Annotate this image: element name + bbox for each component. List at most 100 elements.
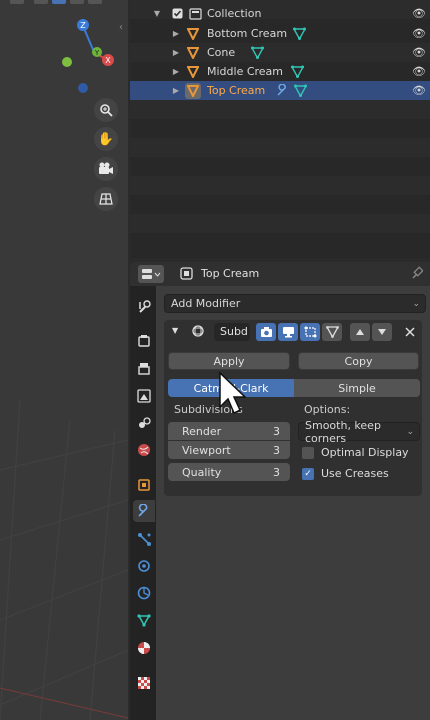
3d-viewport[interactable]: Z X Y ✋ ‹ bbox=[0, 0, 128, 720]
viewport-header-button[interactable] bbox=[10, 0, 24, 4]
field-value: 3 bbox=[273, 465, 280, 479]
material-properties-icon[interactable] bbox=[133, 637, 155, 659]
mesh-object-icon bbox=[186, 65, 200, 79]
texture-properties-icon[interactable] bbox=[133, 672, 155, 694]
pan-hand-icon[interactable]: ✋ bbox=[94, 127, 118, 151]
render-levels-field[interactable]: Render 3 bbox=[168, 422, 290, 440]
field-label: Render bbox=[182, 424, 222, 438]
outliner-row-top-cream[interactable]: ▶ Top Cream 👁 bbox=[130, 81, 430, 100]
svg-text:Z: Z bbox=[80, 21, 86, 30]
outliner-item-label: Top Cream bbox=[207, 84, 266, 97]
optimal-display-checkbox[interactable] bbox=[302, 447, 314, 459]
viewport-header-button[interactable] bbox=[88, 0, 102, 4]
move-up-icon[interactable] bbox=[350, 323, 370, 341]
expand-arrow-icon[interactable]: ▶ bbox=[171, 29, 181, 38]
object-properties-icon[interactable] bbox=[133, 474, 155, 496]
eye-icon[interactable]: 👁 bbox=[412, 7, 426, 20]
particles-properties-icon[interactable] bbox=[133, 528, 155, 550]
zoom-icon[interactable] bbox=[94, 98, 118, 122]
render-properties-icon[interactable] bbox=[133, 330, 155, 352]
modifier-properties-panel: Add Modifier ⌄ ▼ Subd Apply Copy Simple … bbox=[156, 286, 430, 720]
copy-button[interactable]: Copy bbox=[298, 352, 419, 370]
add-modifier-dropdown[interactable]: Add Modifier ⌄ bbox=[164, 294, 426, 313]
mesh-data-icon[interactable] bbox=[293, 84, 307, 98]
chevron-down-icon: ⌄ bbox=[412, 298, 420, 309]
wrench-icon[interactable] bbox=[275, 84, 289, 98]
expand-arrow-icon[interactable]: ▶ bbox=[171, 86, 181, 95]
object-data-properties-icon[interactable] bbox=[133, 609, 155, 631]
optimal-display-label: Optimal Display bbox=[321, 446, 409, 459]
eye-icon[interactable]: 👁 bbox=[412, 46, 426, 59]
editor-type-button[interactable] bbox=[138, 265, 164, 283]
subdivision-modifier-panel: ▼ Subd Apply Copy Catmull-Clark bbox=[164, 320, 422, 496]
viewport-levels-field[interactable]: Viewport 3 bbox=[168, 441, 290, 459]
mouse-cursor-icon bbox=[219, 371, 246, 415]
outliner-stripe bbox=[130, 176, 430, 195]
expand-arrow-icon[interactable]: ▼ bbox=[152, 9, 162, 18]
use-creases-checkbox[interactable]: ✓ bbox=[302, 468, 314, 480]
physics-properties-icon[interactable] bbox=[133, 555, 155, 577]
outliner-row-middle-cream[interactable]: ▶ Middle Cream 👁 bbox=[130, 62, 430, 81]
mesh-data-icon[interactable] bbox=[250, 46, 264, 60]
output-properties-icon[interactable] bbox=[133, 358, 155, 380]
uv-smooth-dropdown[interactable]: Smooth, keep corners ⌄ bbox=[298, 419, 420, 445]
collapse-arrow-icon[interactable]: ▼ bbox=[172, 326, 178, 335]
perspective-grid-icon[interactable] bbox=[94, 187, 118, 211]
uv-smooth-value: Smooth, keep corners bbox=[305, 418, 381, 445]
expand-arrow-icon[interactable]: ▶ bbox=[171, 48, 181, 57]
field-label: Quality bbox=[182, 465, 222, 479]
display-viewport-toggle-icon[interactable] bbox=[278, 323, 298, 341]
mesh-object-icon bbox=[186, 27, 200, 41]
properties-header: Top Cream bbox=[130, 262, 430, 286]
mesh-data-icon[interactable] bbox=[292, 27, 306, 41]
use-creases-label: Use Creases bbox=[321, 467, 389, 480]
outliner-row-collection[interactable]: ▼ Collection 👁 bbox=[130, 4, 430, 23]
viewport-header-button[interactable] bbox=[34, 0, 48, 4]
eye-icon[interactable]: 👁 bbox=[412, 84, 426, 97]
outliner-item-label: Bottom Cream bbox=[207, 27, 288, 40]
simple-toggle[interactable]: Simple bbox=[294, 379, 420, 397]
modifier-properties-icon[interactable] bbox=[133, 500, 155, 522]
tool-settings-icon[interactable] bbox=[133, 296, 155, 318]
subdivision-modifier-icon bbox=[191, 324, 205, 341]
world-properties-icon[interactable] bbox=[133, 439, 155, 461]
move-down-icon[interactable] bbox=[372, 323, 392, 341]
quality-field[interactable]: Quality 3 bbox=[168, 463, 290, 481]
modifier-name-field[interactable]: Subd bbox=[214, 323, 250, 341]
svg-text:Y: Y bbox=[94, 49, 100, 57]
outliner-row-bottom-cream[interactable]: ▶ Bottom Cream 👁 bbox=[130, 24, 430, 43]
chevron-down-icon: ⌄ bbox=[406, 426, 414, 437]
pin-icon[interactable] bbox=[411, 266, 424, 283]
field-value: 3 bbox=[273, 424, 280, 438]
outliner-stripe bbox=[130, 138, 430, 157]
scene-properties-icon[interactable] bbox=[133, 412, 155, 434]
properties-tab-bar bbox=[130, 286, 156, 720]
mesh-object-icon bbox=[185, 82, 201, 99]
sidebar-collapse-icon[interactable]: ‹ bbox=[119, 22, 128, 36]
close-icon[interactable] bbox=[400, 323, 420, 341]
outliner-stripe bbox=[130, 214, 430, 233]
edit-mode-toggle-icon[interactable] bbox=[256, 323, 276, 341]
viewport-header-button[interactable] bbox=[70, 0, 84, 4]
outliner-row-cone[interactable]: ▶ Cone 👁 bbox=[130, 43, 430, 62]
camera-view-icon[interactable] bbox=[94, 157, 118, 181]
apply-button[interactable]: Apply bbox=[168, 352, 290, 370]
mesh-object-icon bbox=[186, 46, 200, 60]
object-icon bbox=[180, 267, 193, 283]
add-modifier-label: Add Modifier bbox=[171, 297, 241, 310]
expand-arrow-icon[interactable]: ▶ bbox=[171, 67, 181, 76]
on-cage-toggle-icon[interactable] bbox=[322, 323, 342, 341]
eye-icon[interactable]: 👁 bbox=[412, 65, 426, 78]
eye-icon[interactable]: 👁 bbox=[412, 27, 426, 40]
view-layer-properties-icon[interactable] bbox=[133, 385, 155, 407]
navigation-gizmo[interactable]: Z X Y bbox=[50, 16, 120, 96]
checkbox-icon[interactable] bbox=[170, 7, 184, 21]
outliner-panel[interactable]: ▼ Collection 👁 ▶ Bottom Cream 👁 ▶ Cone 👁 bbox=[130, 0, 430, 258]
field-value: 3 bbox=[273, 443, 280, 457]
mesh-data-icon[interactable] bbox=[290, 65, 304, 79]
constraints-properties-icon[interactable] bbox=[133, 582, 155, 604]
collection-icon bbox=[188, 7, 202, 21]
field-label: Viewport bbox=[182, 443, 231, 457]
edit-mode-display-icon[interactable] bbox=[300, 323, 320, 341]
viewport-header-button[interactable] bbox=[52, 0, 66, 4]
